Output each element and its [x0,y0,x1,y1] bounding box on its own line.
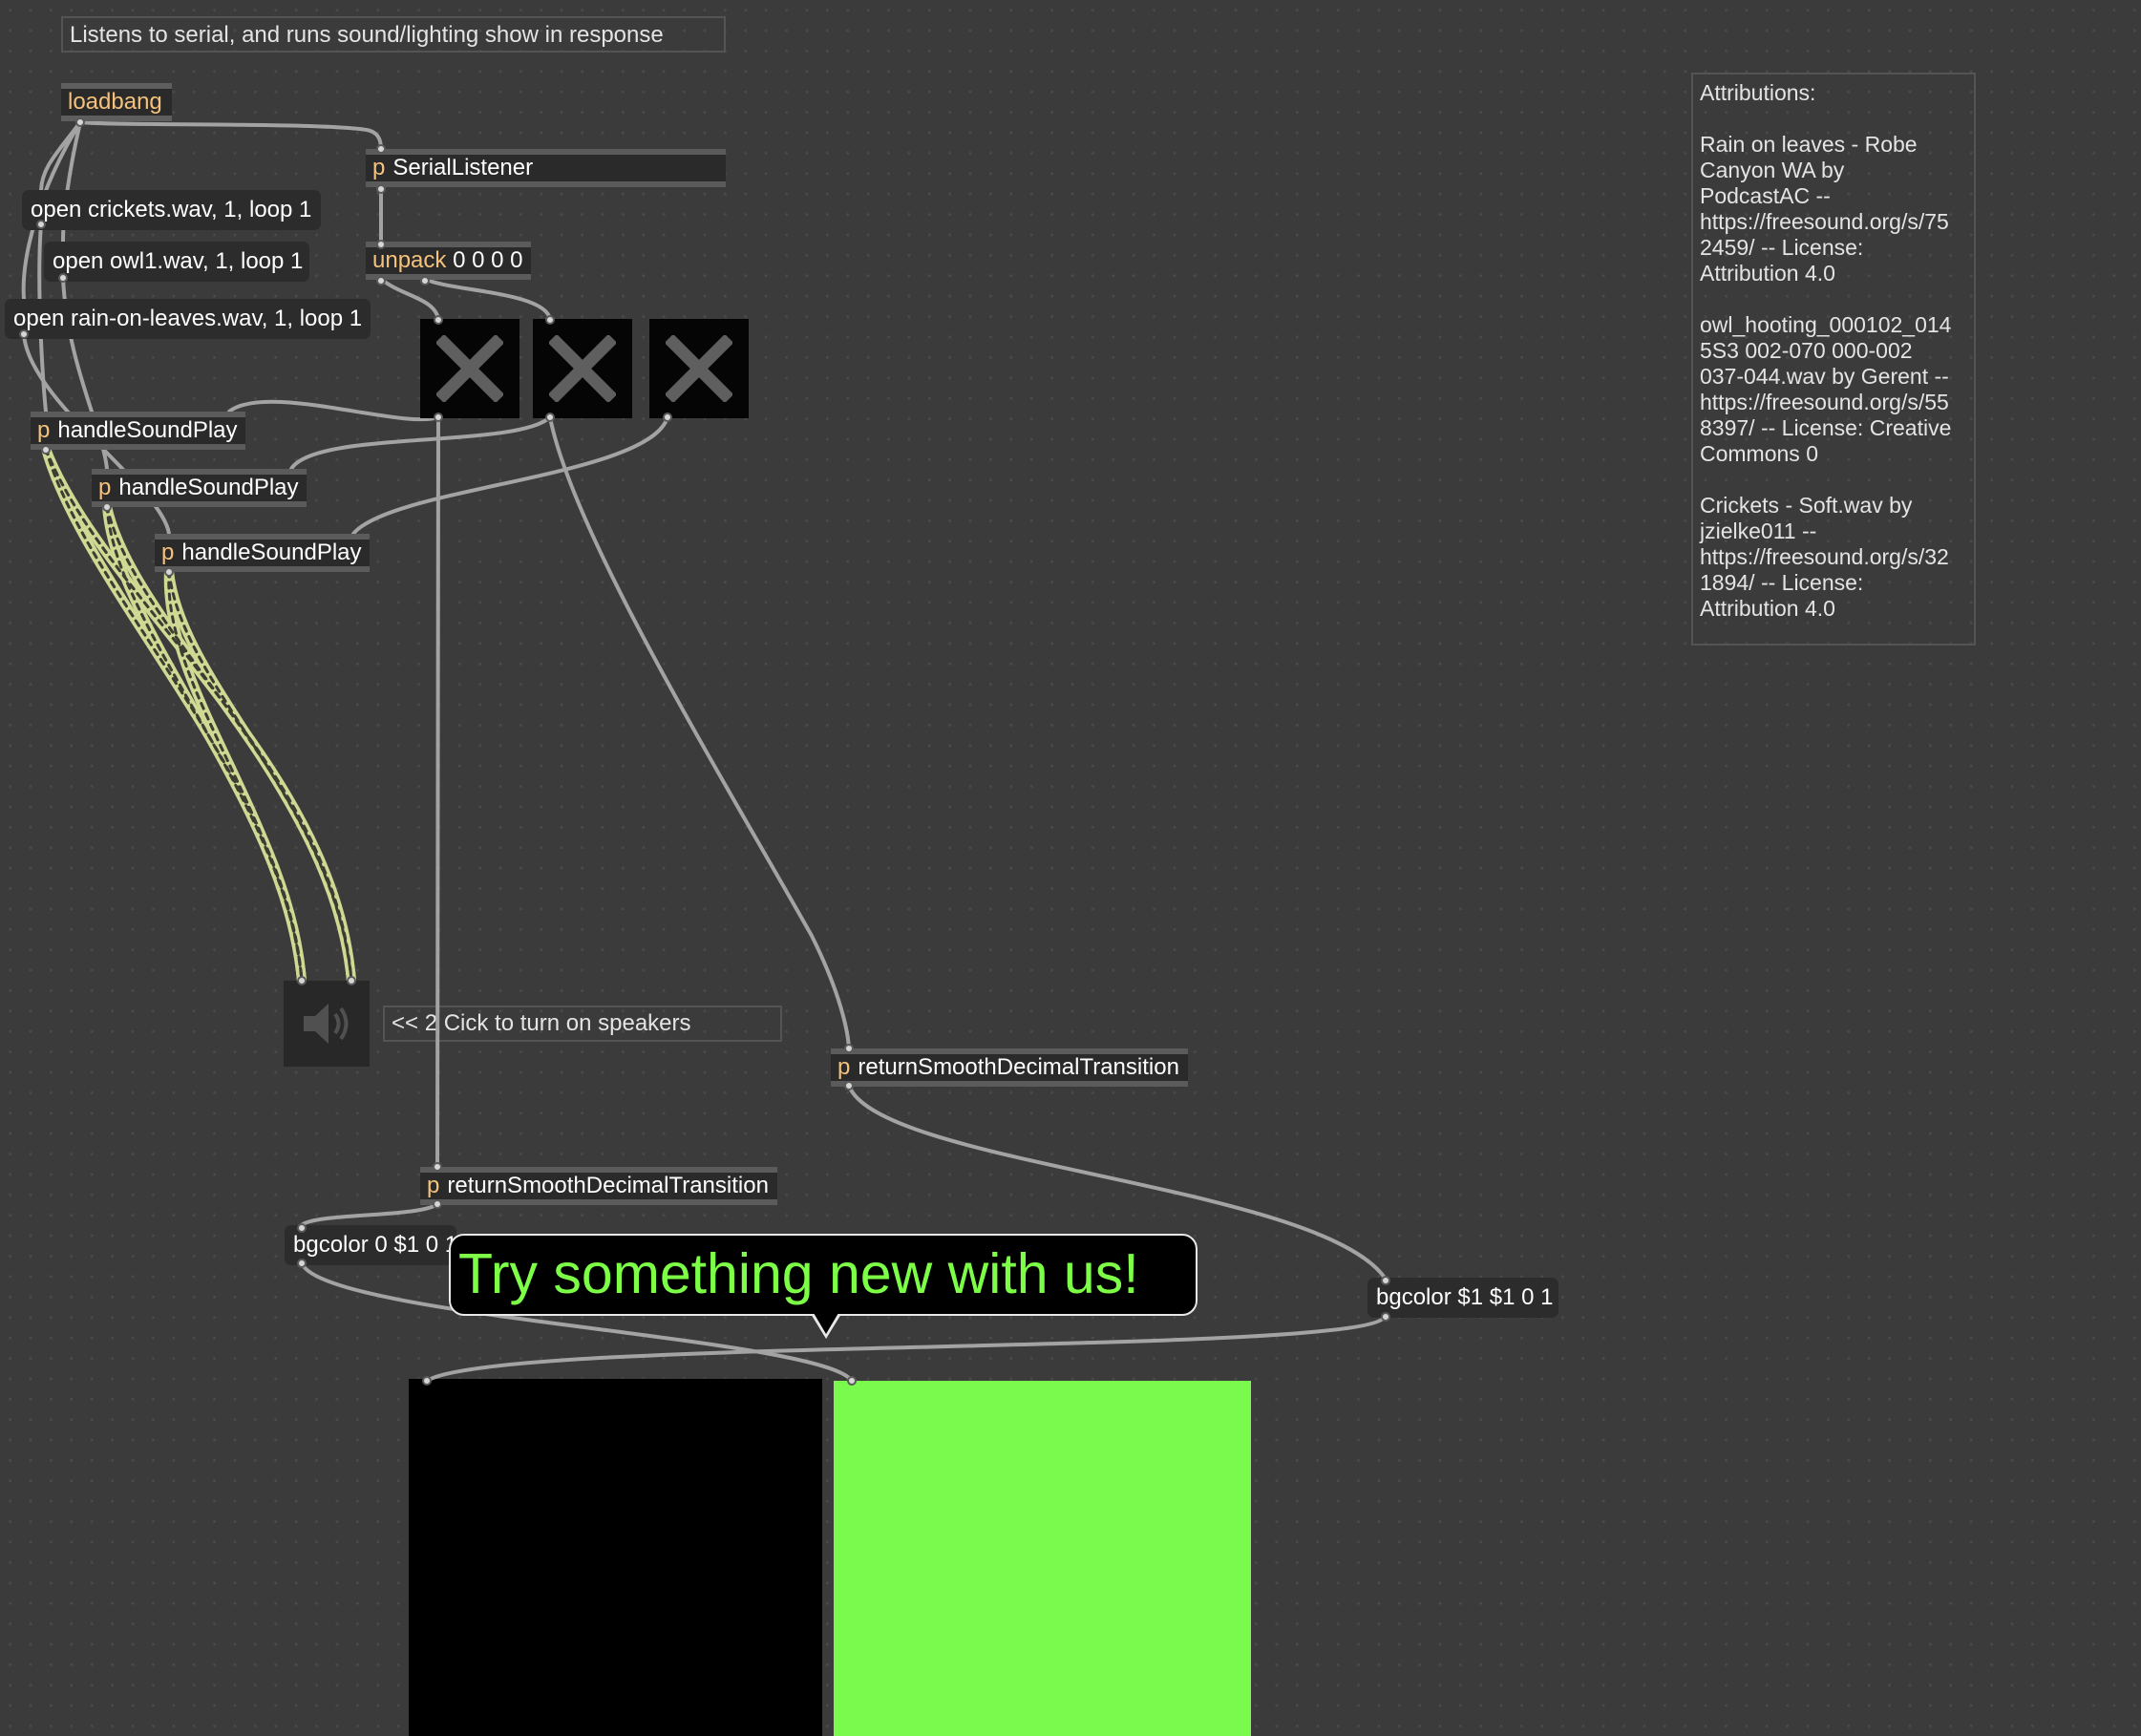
open-crickets-message[interactable]: open crickets.wav, 1, loop 1 [22,190,321,230]
port[interactable] [297,1259,307,1268]
cord-loadbang-to-serial [78,120,383,151]
port[interactable] [376,276,386,286]
speaker-hint-comment: << 2 Cick to turn on speakers [383,1006,782,1042]
port[interactable] [433,1199,442,1209]
unpack-object[interactable]: unpack 0 0 0 0 [366,242,531,280]
return-smooth-transition-subpatch-right[interactable]: p returnSmoothDecimalTransition [831,1048,1188,1087]
port[interactable] [420,276,430,286]
audio-output-speaker-button[interactable] [284,981,370,1067]
port[interactable] [844,1044,854,1053]
toggle-3[interactable] [649,319,749,418]
cord-toggle2-to-smooth-right [548,415,851,1050]
port[interactable] [844,1081,854,1090]
cord-loadbang-to-crickets [39,120,82,192]
cord-smooth-left-to-bgcolor-left [300,1202,439,1227]
toggle-1[interactable] [420,319,519,418]
serial-listener-subpatch[interactable]: p SerialListener [366,149,726,187]
cord-unpack-to-toggle2 [423,277,552,321]
toggle-x-icon [666,335,732,402]
handle-sound-play-subpatch-3[interactable]: p handleSoundPlay [155,534,370,572]
port[interactable] [434,413,443,422]
port[interactable] [347,976,356,985]
speaker-icon [304,1004,349,1044]
toggle-x-icon [436,335,503,402]
toggle-x-icon [549,335,616,402]
port[interactable] [36,220,46,229]
hint-bubble-tail-inner [814,1313,838,1334]
port[interactable] [41,445,51,455]
port[interactable] [433,1162,442,1172]
cord-toggle3-to-hsp3 [351,415,669,536]
port[interactable] [545,315,555,325]
patcher-canvas[interactable]: Listens to serial, and runs sound/lighti… [0,0,2141,1736]
handle-sound-play-subpatch-1[interactable]: p handleSoundPlay [31,412,245,450]
port[interactable] [376,240,386,249]
left-color-panel[interactable] [409,1379,822,1736]
cord-unpack-to-toggle1 [379,277,440,321]
handle-sound-play-subpatch-2[interactable]: p handleSoundPlay [92,469,307,507]
bgcolor-right-message[interactable]: bgcolor $1 $1 0 1 [1367,1278,1558,1318]
port[interactable] [663,413,672,422]
open-rain-message[interactable]: open rain-on-leaves.wav, 1, loop 1 [5,299,371,339]
port[interactable] [434,315,443,325]
cord-toggle2-to-hsp2 [289,415,552,471]
cord-toggle1-to-hsp1 [227,399,440,422]
hint-bubble: Try something new with us! [449,1234,1198,1316]
right-color-panel[interactable] [834,1381,1251,1736]
port[interactable] [376,144,386,154]
cord-toggle1-to-smooth-left [435,415,440,1169]
port[interactable] [545,413,555,422]
toggle-2[interactable] [533,319,632,418]
patch-description-comment: Listens to serial, and runs sound/lighti… [61,16,726,53]
attributions-comment: Attributions: Rain on leaves - Robe Cany… [1691,73,1976,646]
port[interactable] [1381,1312,1390,1322]
port[interactable] [1381,1276,1390,1285]
return-smooth-transition-subpatch-left[interactable]: p returnSmoothDecimalTransition [420,1167,777,1205]
port[interactable] [422,1376,432,1386]
port[interactable] [847,1376,857,1386]
port[interactable] [297,1223,307,1233]
port[interactable] [75,117,85,127]
open-owl-message[interactable]: open owl1.wav, 1, loop 1 [44,242,309,282]
bgcolor-left-message[interactable]: bgcolor 0 $1 0 1 [285,1225,457,1265]
port[interactable] [164,567,174,577]
port[interactable] [297,976,307,985]
port[interactable] [19,329,29,339]
port[interactable] [102,502,112,512]
port[interactable] [376,184,386,194]
port[interactable] [58,273,68,283]
loadbang-object[interactable]: loadbang [61,83,172,121]
cord-bgcolor-right-to-panel-left [425,1315,1387,1383]
